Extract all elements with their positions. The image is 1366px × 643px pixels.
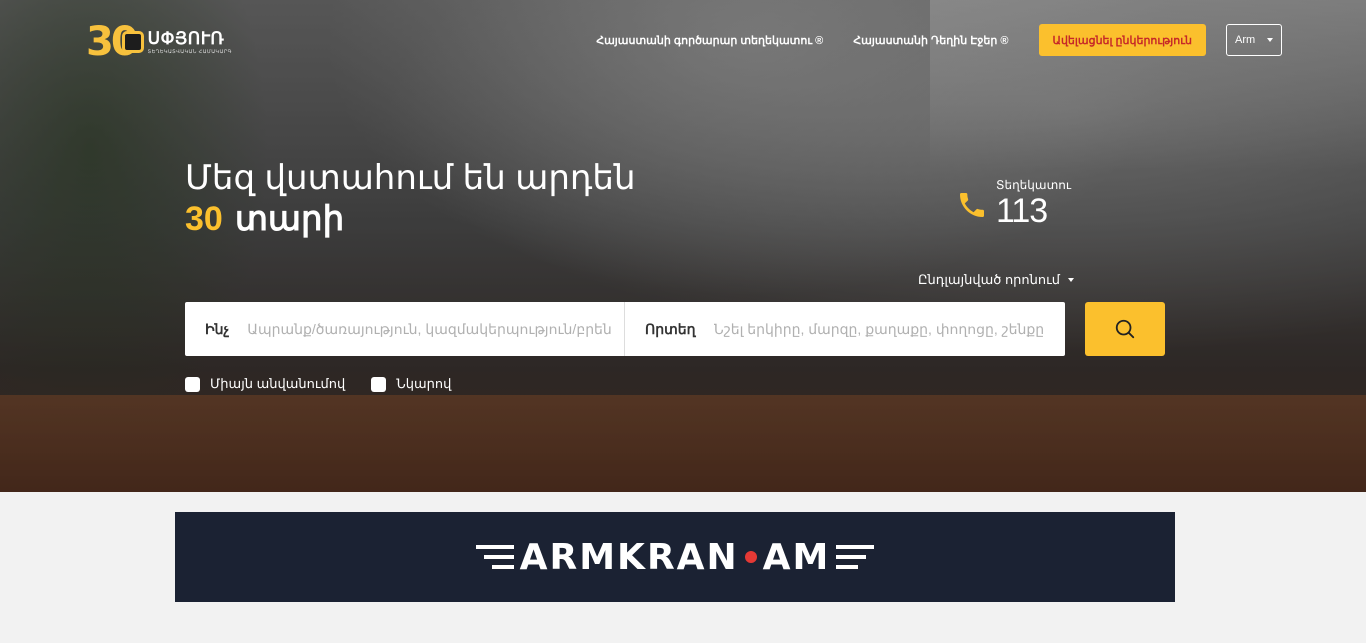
search-where-segment: Որտեղ [625,302,1065,356]
add-company-button[interactable]: Ավելացնել ընկերություն [1038,24,1206,56]
filter-name-only[interactable]: Միայն անվանումով [185,376,345,392]
hero-headline: Մեզ վստահում են արդեն 30 տարի [185,159,636,240]
search-what-label: Ինչ [205,320,230,337]
site-logo[interactable]: 30 ՍՓՅՈՒՌ ՏԵՂԵԿԱՏՎԱԿԱՆ ՀԱՄԱԿԱՐԳ [86,22,232,62]
search-button[interactable] [1085,302,1165,356]
advanced-search-toggle[interactable]: Ընդլայնված որոնում [918,272,1075,288]
headline-line2: 30 տարի [185,199,636,240]
hotline-label: Տեղեկատու [996,178,1072,192]
logo-tagline: ՏԵՂԵԿԱՏՎԱԿԱՆ ՀԱՄԱԿԱՐԳ [147,48,232,55]
hero-section: 30 ՍՓՅՈՒՌ ՏԵՂԵԿԱՏՎԱԿԱՆ ՀԱՄԱԿԱՐԳ Հայաստան… [0,0,1366,492]
banner-dot-icon [744,551,757,563]
filter-name-only-label: Միայն անվանումով [210,376,346,391]
nav-link-business-directory[interactable]: Հայաստանի գործարար տեղեկատու ® [596,34,823,47]
ad-banner[interactable]: ARMKRAN AM [175,512,1175,602]
logo-mark-icon [121,31,144,53]
checkbox-name-only[interactable] [185,376,200,392]
search-what-input[interactable] [245,320,620,338]
search-icon [1115,319,1135,339]
filter-with-photo-label: Նկարով [396,376,452,391]
headline-years-word: տարի [234,200,345,239]
caret-down-icon [1068,278,1075,282]
headline-line1: Մեզ վստահում են արդեն [185,159,636,197]
hero-overlay [0,0,1366,492]
nav-link-yellow-pages[interactable]: Հայաստանի Դեղին Էջեր ® [853,34,1008,47]
search-filters: Միայն անվանումով Նկարով [185,376,477,392]
search-what-segment: Ինչ [185,302,625,356]
caret-down-icon [1267,38,1273,42]
logo-text: ՍՓՅՈՒՌ ՏԵՂԵԿԱՏՎԱԿԱՆ ՀԱՄԱԿԱՐԳ [148,30,232,55]
phone-icon [960,193,984,217]
checkbox-with-photo[interactable] [371,376,387,392]
top-nav: Հայաստանի գործարար տեղեկատու ® Հայաստանի… [596,24,1282,56]
banner-brand-part1: ARMKRAN [519,536,739,578]
search-bar: Ինչ Որտեղ [185,302,1065,356]
hotline[interactable]: Տեղեկատու 113 [956,178,1071,228]
advanced-search-label: Ընդլայնված որոնում [918,272,1061,287]
filter-with-photo[interactable]: Նկարով [371,376,451,392]
banner-right-stripes-icon [836,542,875,572]
language-value: Arm [1235,34,1256,46]
language-select[interactable]: Arm [1226,24,1282,56]
search-where-input[interactable] [711,320,1046,338]
hotline-number: 113 [996,192,1048,230]
headline-years-number: 30 [185,200,223,239]
banner-brand-part2: AM [762,536,831,578]
banner-left-stripes-icon [475,542,514,572]
search-where-label: Որտեղ [645,320,696,337]
logo-name: ՍՓՅՈՒՌ [147,28,225,48]
hotline-text: Տեղեկատու 113 [996,178,1071,228]
banner-logo: ARMKRAN AM [470,537,881,578]
